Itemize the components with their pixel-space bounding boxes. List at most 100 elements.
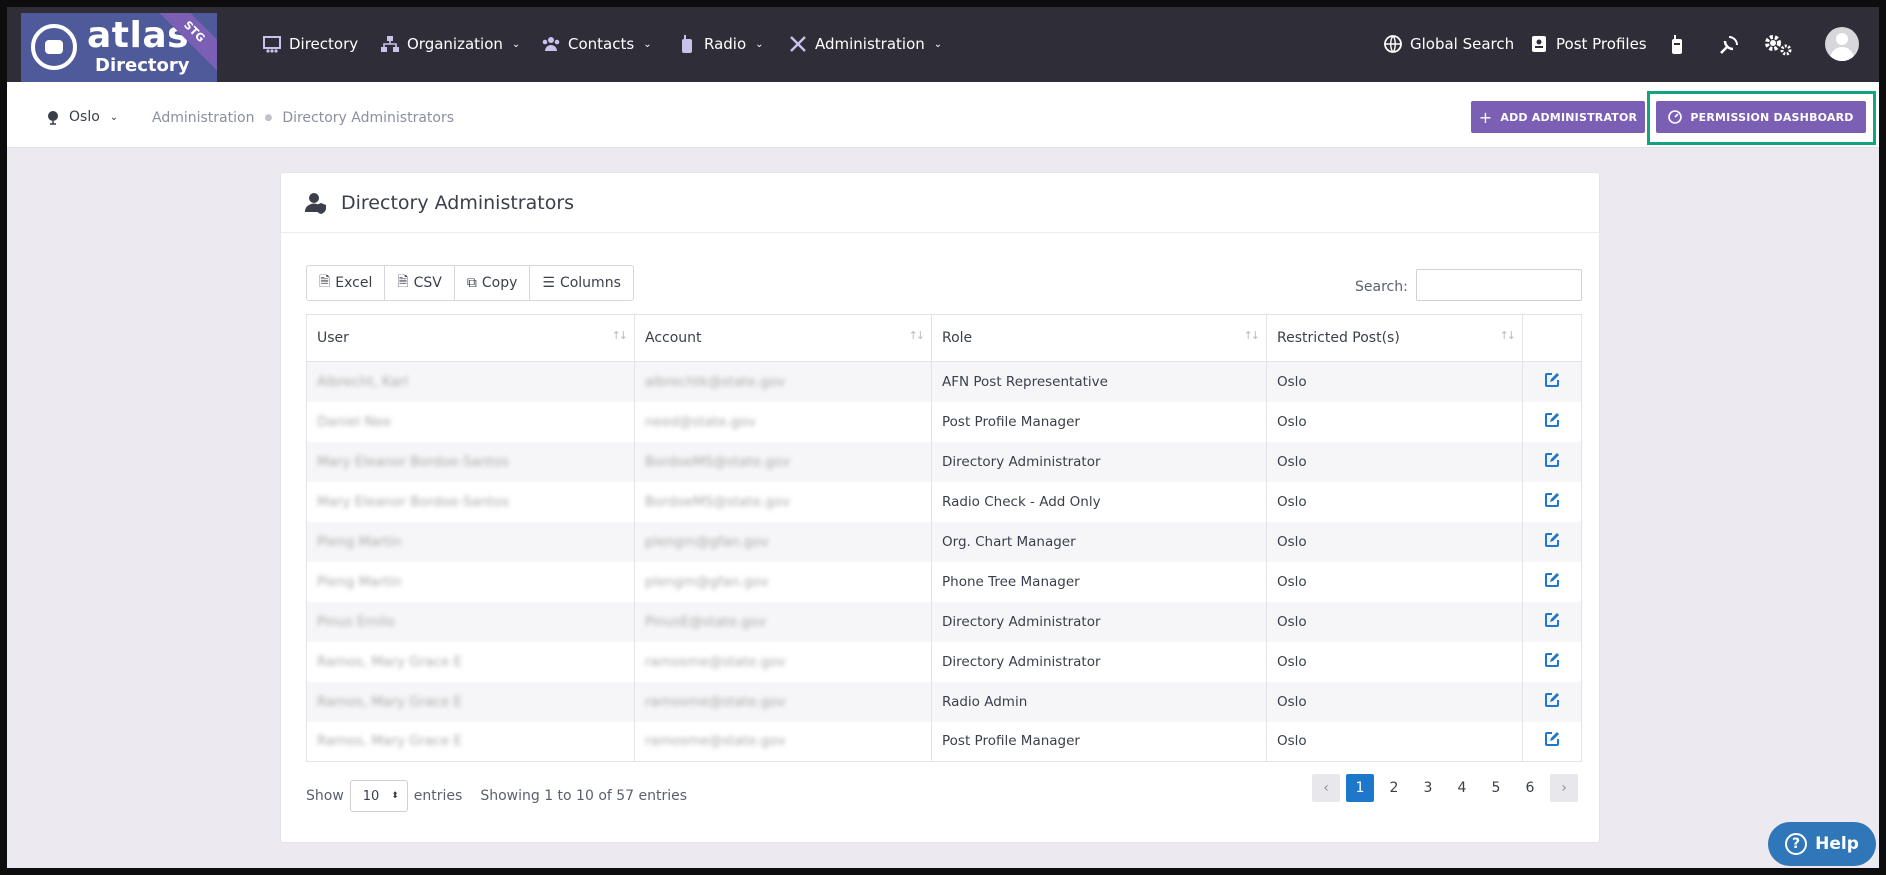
breadcrumb: Administration ● Directory Administrator… <box>152 110 454 126</box>
sort-icon: ↑↓ <box>611 329 629 342</box>
table-row: Mary Eleanor Bordoe-Santos BordoeMS@state… <box>306 481 1582 522</box>
edit-icon[interactable] <box>1544 412 1560 428</box>
chevron-down-icon: ⌄ <box>109 111 119 123</box>
nav-administration[interactable]: Administration ⌄ <box>788 31 942 57</box>
satellite-icon[interactable] <box>1717 33 1741 57</box>
cell-role: AFN Post Representative <box>931 361 1267 402</box>
cell-role: Post Profile Manager <box>931 401 1267 442</box>
card-header: Directory Administrators <box>281 173 1599 233</box>
sort-icon: ↑↓ <box>908 329 926 342</box>
edit-icon[interactable] <box>1544 692 1560 708</box>
column-header-user[interactable]: User ↑↓ <box>306 314 635 362</box>
column-header-account[interactable]: Account ↑↓ <box>634 314 932 362</box>
page-button[interactable]: 6 <box>1516 774 1544 802</box>
table-row: Mary Eleanor Bordoe-Santos BordoeMS@state… <box>306 441 1582 482</box>
cell-restricted-post: Oslo <box>1266 441 1523 482</box>
chevron-down-icon: ⌄ <box>755 38 764 50</box>
user-shield-icon <box>305 192 326 214</box>
top-navbar: atlas Directory STG Directory Organizati… <box>7 7 1879 83</box>
column-header-role[interactable]: Role ↑↓ <box>931 314 1267 362</box>
user-name: Ramos, Mary Grace E <box>317 733 462 750</box>
cell-actions <box>1522 681 1582 722</box>
nav-radio[interactable]: Radio ⌄ <box>677 31 764 57</box>
copy-button[interactable]: ⧉ Copy <box>455 266 531 300</box>
edit-icon[interactable] <box>1544 492 1560 508</box>
search-input[interactable] <box>1416 269 1582 301</box>
cell-restricted-post: Oslo <box>1266 641 1523 682</box>
page-button[interactable]: 3 <box>1414 774 1442 802</box>
columns-button[interactable]: ☰ Columns <box>530 266 632 300</box>
cell-account: PinusE@state.gov <box>634 601 932 642</box>
walkie-talkie-icon[interactable] <box>1665 33 1689 57</box>
nav-contacts[interactable]: Contacts ⌄ <box>541 31 652 57</box>
nav-organization[interactable]: Organization ⌄ <box>380 31 520 57</box>
post-selector[interactable]: Oslo ⌄ <box>45 109 118 125</box>
question-icon: ? <box>1785 833 1808 855</box>
cell-actions <box>1522 641 1582 682</box>
cell-role: Post Profile Manager <box>931 721 1267 762</box>
csv-button[interactable]: 🗎 CSV <box>385 266 455 300</box>
table-row: Ramos, Mary Grace E ramosme@state.gov Dire… <box>306 641 1582 682</box>
cell-role: Directory Administrator <box>931 641 1267 682</box>
account-email: ramosme@state.gov <box>645 733 786 750</box>
add-administrator-button[interactable]: + ADD ADMINISTRATOR <box>1471 101 1645 133</box>
nav-global-search[interactable]: Global Search <box>1383 31 1514 57</box>
gears-icon[interactable] <box>1762 33 1794 57</box>
administrators-table: User ↑↓ Account ↑↓ Role ↑↓ Restricted Post(… <box>306 314 1582 762</box>
cell-account: need@state.gov <box>634 401 932 442</box>
page-button[interactable]: 2 <box>1380 774 1408 802</box>
help-label: Help <box>1815 834 1859 854</box>
column-header-label: Role <box>942 330 973 346</box>
user-avatar[interactable] <box>1825 27 1859 61</box>
page-button[interactable]: 1 <box>1346 774 1374 802</box>
nav-directory[interactable]: Directory <box>262 31 358 57</box>
account-email: plengm@gfan.gov <box>645 533 769 550</box>
next-page-button[interactable]: › <box>1550 774 1578 802</box>
edit-icon[interactable] <box>1544 452 1560 468</box>
breadcrumb-administration[interactable]: Administration <box>152 110 254 126</box>
account-email: BordoeMS@state.gov <box>645 493 790 510</box>
cell-user: Mary Eleanor Bordoe-Santos <box>306 481 635 522</box>
nav-contacts-label: Contacts <box>568 35 635 53</box>
cell-actions <box>1522 721 1582 762</box>
excel-button[interactable]: 🗎 Excel <box>307 266 386 300</box>
directory-icon <box>263 36 281 53</box>
account-email: plengm@gfan.gov <box>645 573 769 590</box>
edit-icon[interactable] <box>1544 372 1560 388</box>
cell-role: Phone Tree Manager <box>931 561 1267 602</box>
updown-icon: ⬍ <box>391 791 399 801</box>
highlight-box <box>1647 91 1876 145</box>
edit-icon[interactable] <box>1544 652 1560 668</box>
previous-page-button[interactable]: ‹ <box>1312 774 1340 802</box>
page-length-select[interactable]: 10 ⬍ <box>349 780 408 812</box>
cell-role: Radio Check - Add Only <box>931 481 1267 522</box>
atlas-logo[interactable]: atlas Directory STG <box>21 13 217 83</box>
user-name: Ramos, Mary Grace E <box>317 653 462 670</box>
csv-icon: 🗎 <box>397 274 409 290</box>
breadcrumb-directory-administrators: Directory Administrators <box>282 110 455 126</box>
edit-icon[interactable] <box>1544 572 1560 588</box>
nav-post-profiles[interactable]: Post Profiles <box>1529 31 1647 57</box>
column-header-restricted-posts[interactable]: Restricted Post(s) ↑↓ <box>1266 314 1523 362</box>
tools-icon <box>790 36 806 52</box>
copy-icon: ⧉ <box>466 275 477 291</box>
radio-icon <box>682 35 692 53</box>
cell-user: Ramos, Mary Grace E <box>306 721 635 762</box>
user-name: Albrecht, Karl <box>317 373 409 390</box>
cell-role: Directory Administrator <box>931 601 1267 642</box>
page-button[interactable]: 5 <box>1482 774 1510 802</box>
page-button[interactable]: 4 <box>1448 774 1476 802</box>
edit-icon[interactable] <box>1544 731 1560 747</box>
edit-icon[interactable] <box>1544 532 1560 548</box>
cell-account: BordoeMS@state.gov <box>634 441 932 482</box>
administrators-card: Directory Administrators 🗎 Excel 🗎 CSV ⧉ Co… <box>280 172 1600 843</box>
edit-icon[interactable] <box>1544 612 1560 628</box>
cell-user: Ramos, Mary Grace E <box>306 641 635 682</box>
user-name: Daniel Nee <box>317 413 392 430</box>
help-button[interactable]: ? Help <box>1768 822 1876 866</box>
account-email: albrechtk@state.gov <box>645 373 786 390</box>
cell-actions <box>1522 561 1582 602</box>
cell-restricted-post: Oslo <box>1266 681 1523 722</box>
cell-restricted-post: Oslo <box>1266 481 1523 522</box>
table-row: Pinus Emilo PinusE@state.gov Directory Adm… <box>306 601 1582 642</box>
